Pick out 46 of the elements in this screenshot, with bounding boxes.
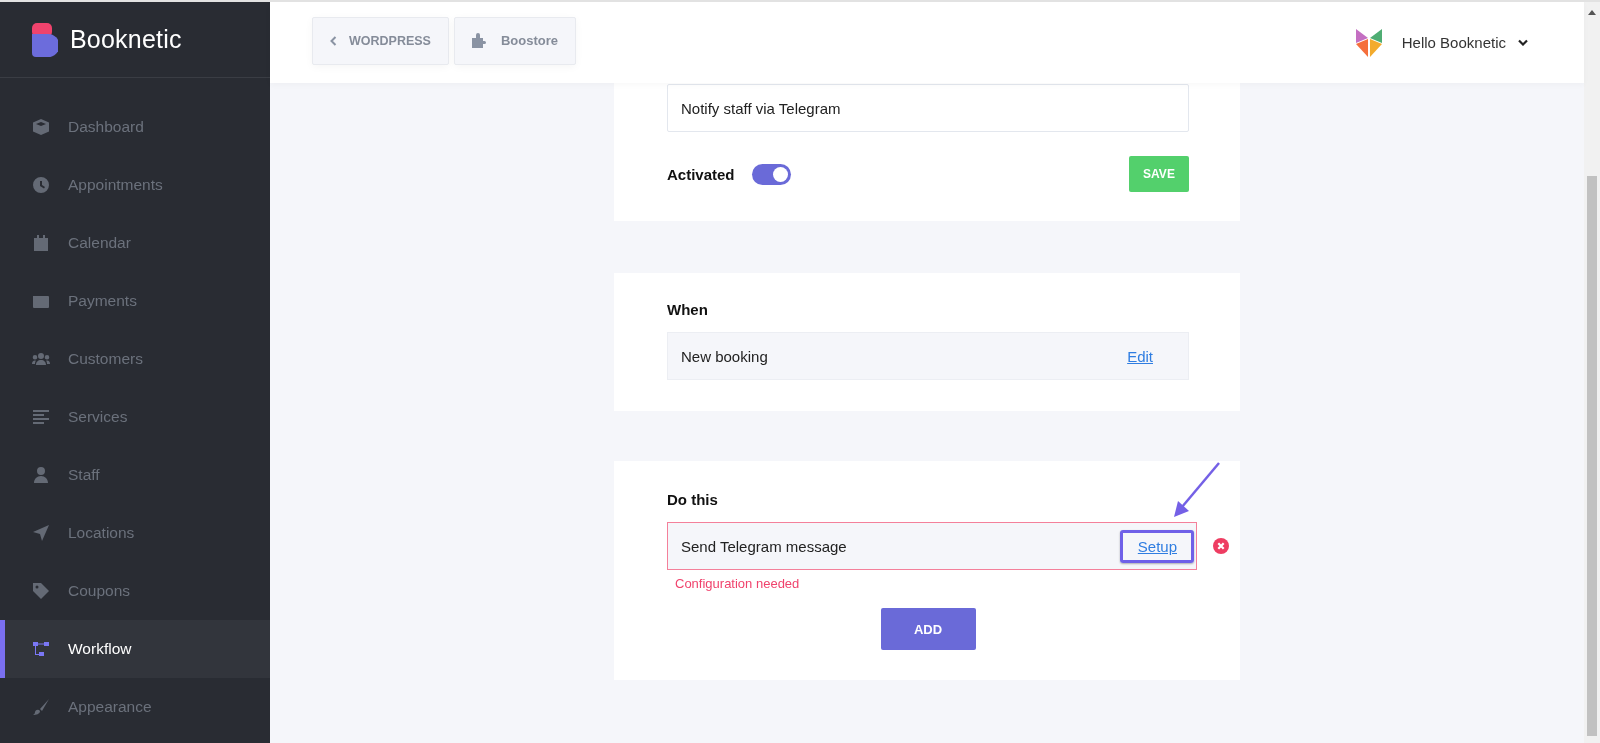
sidebar-item[interactable]: Dashboard — [0, 98, 270, 156]
save-button[interactable]: SAVE — [1129, 156, 1189, 192]
lines-icon — [32, 408, 50, 426]
puzzle-icon — [471, 33, 487, 48]
action-label: Send Telegram message — [681, 537, 847, 555]
sidebar-item[interactable]: Customers — [0, 330, 270, 388]
boostore-button[interactable]: Boostore — [453, 16, 576, 65]
scrollbar-thumb[interactable] — [1587, 176, 1597, 736]
flow-icon — [32, 640, 50, 658]
setup-link[interactable]: Setup — [1119, 529, 1194, 563]
add-button[interactable]: ADD — [880, 608, 976, 650]
user-icon — [32, 466, 50, 484]
section-title: Do this — [667, 491, 719, 508]
brand-name: Booknetic — [70, 25, 182, 54]
users-icon — [32, 350, 50, 368]
sidebar-item[interactable]: Coupons — [0, 562, 270, 620]
sidebar-item[interactable]: Appointments — [0, 156, 270, 214]
sidebar-item[interactable]: Services — [0, 388, 270, 446]
error-message: Configuration needed — [675, 576, 801, 591]
edit-link[interactable]: Edit — [1112, 338, 1168, 374]
wordpress-button[interactable]: WORDPRESS — [312, 16, 449, 65]
chevron-down-icon — [1518, 39, 1528, 46]
scroll-up-icon — [1588, 10, 1596, 15]
trigger-label: New booking — [681, 347, 768, 365]
sidebar-item[interactable]: Calendar — [0, 214, 270, 272]
calendar-icon — [32, 234, 50, 252]
sidebar-item[interactable]: Locations — [0, 504, 270, 562]
chevron-left-icon — [330, 35, 337, 46]
logo-icon — [32, 22, 58, 57]
fox-logo-icon — [1355, 28, 1382, 57]
plane-icon — [32, 524, 50, 542]
workflow-name-field[interactable]: Notify staff via Telegram — [667, 84, 1189, 132]
user-menu[interactable]: Hello Booknetic — [1401, 34, 1528, 51]
cube-icon — [32, 118, 50, 136]
sidebar-item[interactable]: Payments — [0, 272, 270, 330]
brush-icon — [32, 698, 50, 716]
tag-icon — [32, 582, 50, 600]
sidebar-item[interactable]: Appearance — [0, 678, 270, 736]
sidebar-item[interactable]: Workflow — [0, 620, 270, 678]
scrollbar[interactable] — [1584, 2, 1600, 743]
sidebar-item[interactable]: Staff — [0, 446, 270, 504]
activated-label: Activated — [667, 165, 735, 183]
clock-icon — [32, 176, 50, 194]
activated-toggle[interactable] — [751, 163, 791, 185]
section-title: When — [667, 301, 709, 318]
remove-icon[interactable] — [1213, 538, 1229, 554]
